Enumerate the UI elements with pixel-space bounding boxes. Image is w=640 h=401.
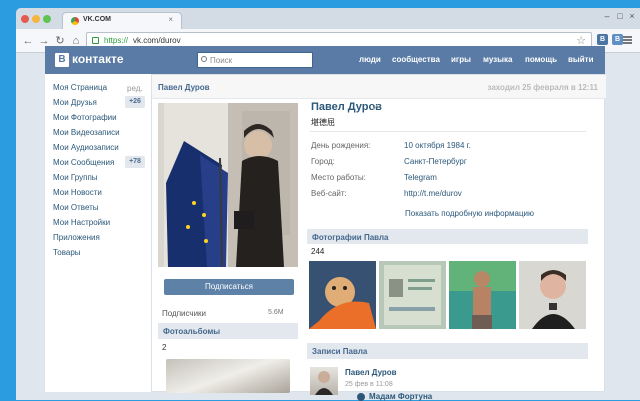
- menu-item-settings[interactable]: Мои Настройки: [53, 218, 110, 227]
- search-icon: [201, 56, 207, 62]
- album-thumbnail[interactable]: [166, 359, 290, 393]
- browser-menu-icon[interactable]: [623, 36, 632, 44]
- photo-thumbnail[interactable]: [449, 261, 516, 329]
- beach-photo-icon: [449, 261, 516, 329]
- avatar-photo-icon: [158, 103, 298, 267]
- followers-label[interactable]: Подписчики: [162, 309, 206, 318]
- work-label: Место работы:: [311, 173, 366, 182]
- show-more-info-link[interactable]: Показать подробную информацию: [405, 209, 534, 218]
- secure-lock-icon: [92, 37, 99, 44]
- photos-header[interactable]: Фотографии Павла: [307, 229, 588, 244]
- window-minimize-icon[interactable]: –: [602, 11, 612, 21]
- passport-photo-icon: [379, 261, 446, 329]
- vk-page: ред. Моя Страница Мои Друзья +26 Мои Фот…: [45, 74, 606, 401]
- photo-thumbnail[interactable]: [519, 261, 586, 329]
- birthday-label: День рождения:: [311, 141, 371, 150]
- url-path: vk.com/durov: [133, 36, 181, 45]
- edit-menu-link[interactable]: ред.: [127, 84, 143, 93]
- website-link[interactable]: http://t.me/durov: [404, 189, 462, 198]
- albums-header[interactable]: Фотоальбомы: [158, 323, 298, 339]
- top-nav-music[interactable]: музыка: [483, 55, 512, 64]
- subscribe-button[interactable]: Подписаться: [164, 279, 294, 295]
- top-nav-games[interactable]: игры: [451, 55, 471, 64]
- window-close-icon[interactable]: ×: [627, 11, 637, 21]
- menu-item-answers[interactable]: Мои Ответы: [53, 203, 99, 212]
- menu-item-groups[interactable]: Мои Группы: [53, 173, 98, 182]
- work-value[interactable]: Telegram: [404, 173, 437, 182]
- browser-tabstrip: VK.COM × – □ ×: [16, 8, 640, 29]
- profile-header-name: Павел Дуров: [158, 83, 210, 92]
- window-restore-icon[interactable]: □: [615, 11, 625, 21]
- profile-avatar[interactable]: [158, 103, 298, 267]
- url-scheme: https://: [104, 36, 129, 45]
- vk-logo-icon[interactable]: B: [55, 53, 69, 67]
- followers-count[interactable]: 5.6M: [268, 309, 284, 316]
- profile-page-header: Павел Дуров заходил 25 февраля в 12:11: [152, 75, 606, 99]
- left-menu: ред. Моя Страница Мои Друзья +26 Мои Фот…: [45, 74, 150, 392]
- top-nav-people[interactable]: люди: [359, 55, 381, 64]
- website-label: Веб-сайт:: [311, 189, 347, 198]
- portrait-photo-icon: [519, 261, 586, 329]
- menu-item-audios[interactable]: Мои Аудиозаписи: [53, 143, 119, 152]
- chrome-favicon-icon: [71, 17, 79, 25]
- birthday-value[interactable]: 10 октября 1984 г.: [404, 141, 471, 150]
- menu-item-news[interactable]: Мои Новости: [53, 188, 102, 197]
- top-nav-logout[interactable]: выйти: [568, 55, 594, 64]
- profile-status: 堪德屈: [311, 118, 335, 127]
- browser-extension-icon[interactable]: B: [612, 34, 623, 45]
- messages-count-badge[interactable]: +78: [125, 156, 145, 168]
- tab-title: VK.COM: [83, 16, 111, 23]
- tab-close-icon[interactable]: ×: [168, 15, 173, 24]
- post-author-avatar[interactable]: [310, 367, 338, 395]
- dog-photo-icon: [309, 261, 376, 329]
- menu-item-apps[interactable]: Приложения: [53, 233, 100, 242]
- verified-check-icon: ✓: [371, 102, 381, 114]
- active-browser-tab[interactable]: VK.COM ×: [62, 12, 182, 29]
- city-value[interactable]: Санкт-Петербург: [404, 157, 467, 166]
- back-icon[interactable]: ←: [21, 34, 35, 48]
- photo-thumbnail[interactable]: [379, 261, 446, 329]
- city-label: Город:: [311, 157, 335, 166]
- wall-header[interactable]: Записи Павла: [307, 343, 588, 359]
- menu-item-friends[interactable]: Мои Друзья: [53, 98, 97, 107]
- vk-header: B контакте Поиск люди сообщества игры му…: [45, 46, 605, 74]
- top-nav-help[interactable]: помощь: [525, 55, 557, 64]
- menu-item-my-page[interactable]: Моя Страница: [53, 83, 107, 92]
- post-date[interactable]: 25 фев в 11:08: [345, 381, 393, 388]
- close-window-icon[interactable]: [21, 15, 29, 23]
- desktop-background: [0, 0, 16, 400]
- post-author-name[interactable]: Павел Дуров: [345, 368, 397, 377]
- menu-item-goods[interactable]: Товары: [53, 248, 81, 257]
- last-seen-status: заходил 25 февраля в 12:11: [487, 83, 598, 92]
- menu-item-photos[interactable]: Мои Фотографии: [53, 113, 117, 122]
- profile-divider: [310, 131, 586, 132]
- maximize-window-icon[interactable]: [43, 15, 51, 23]
- profile-container: Павел Дуров заходил 25 февраля в 12:11 П…: [151, 74, 606, 401]
- vk-search-input[interactable]: Поиск: [197, 52, 313, 68]
- photos-count: 244: [311, 247, 325, 256]
- photo-thumbnail[interactable]: [309, 261, 376, 329]
- top-nav-communities[interactable]: сообщества: [392, 55, 440, 64]
- minimize-window-icon[interactable]: [32, 15, 40, 23]
- albums-count: 2: [162, 343, 167, 352]
- menu-item-messages[interactable]: Мои Сообщения: [53, 158, 114, 167]
- search-placeholder: Поиск: [210, 56, 233, 65]
- menu-item-videos[interactable]: Мои Видеозаписи: [53, 128, 120, 137]
- friends-count-badge[interactable]: +26: [125, 96, 145, 108]
- vk-logo-text[interactable]: контакте: [72, 52, 124, 66]
- vk-extension-icon[interactable]: B: [597, 34, 608, 45]
